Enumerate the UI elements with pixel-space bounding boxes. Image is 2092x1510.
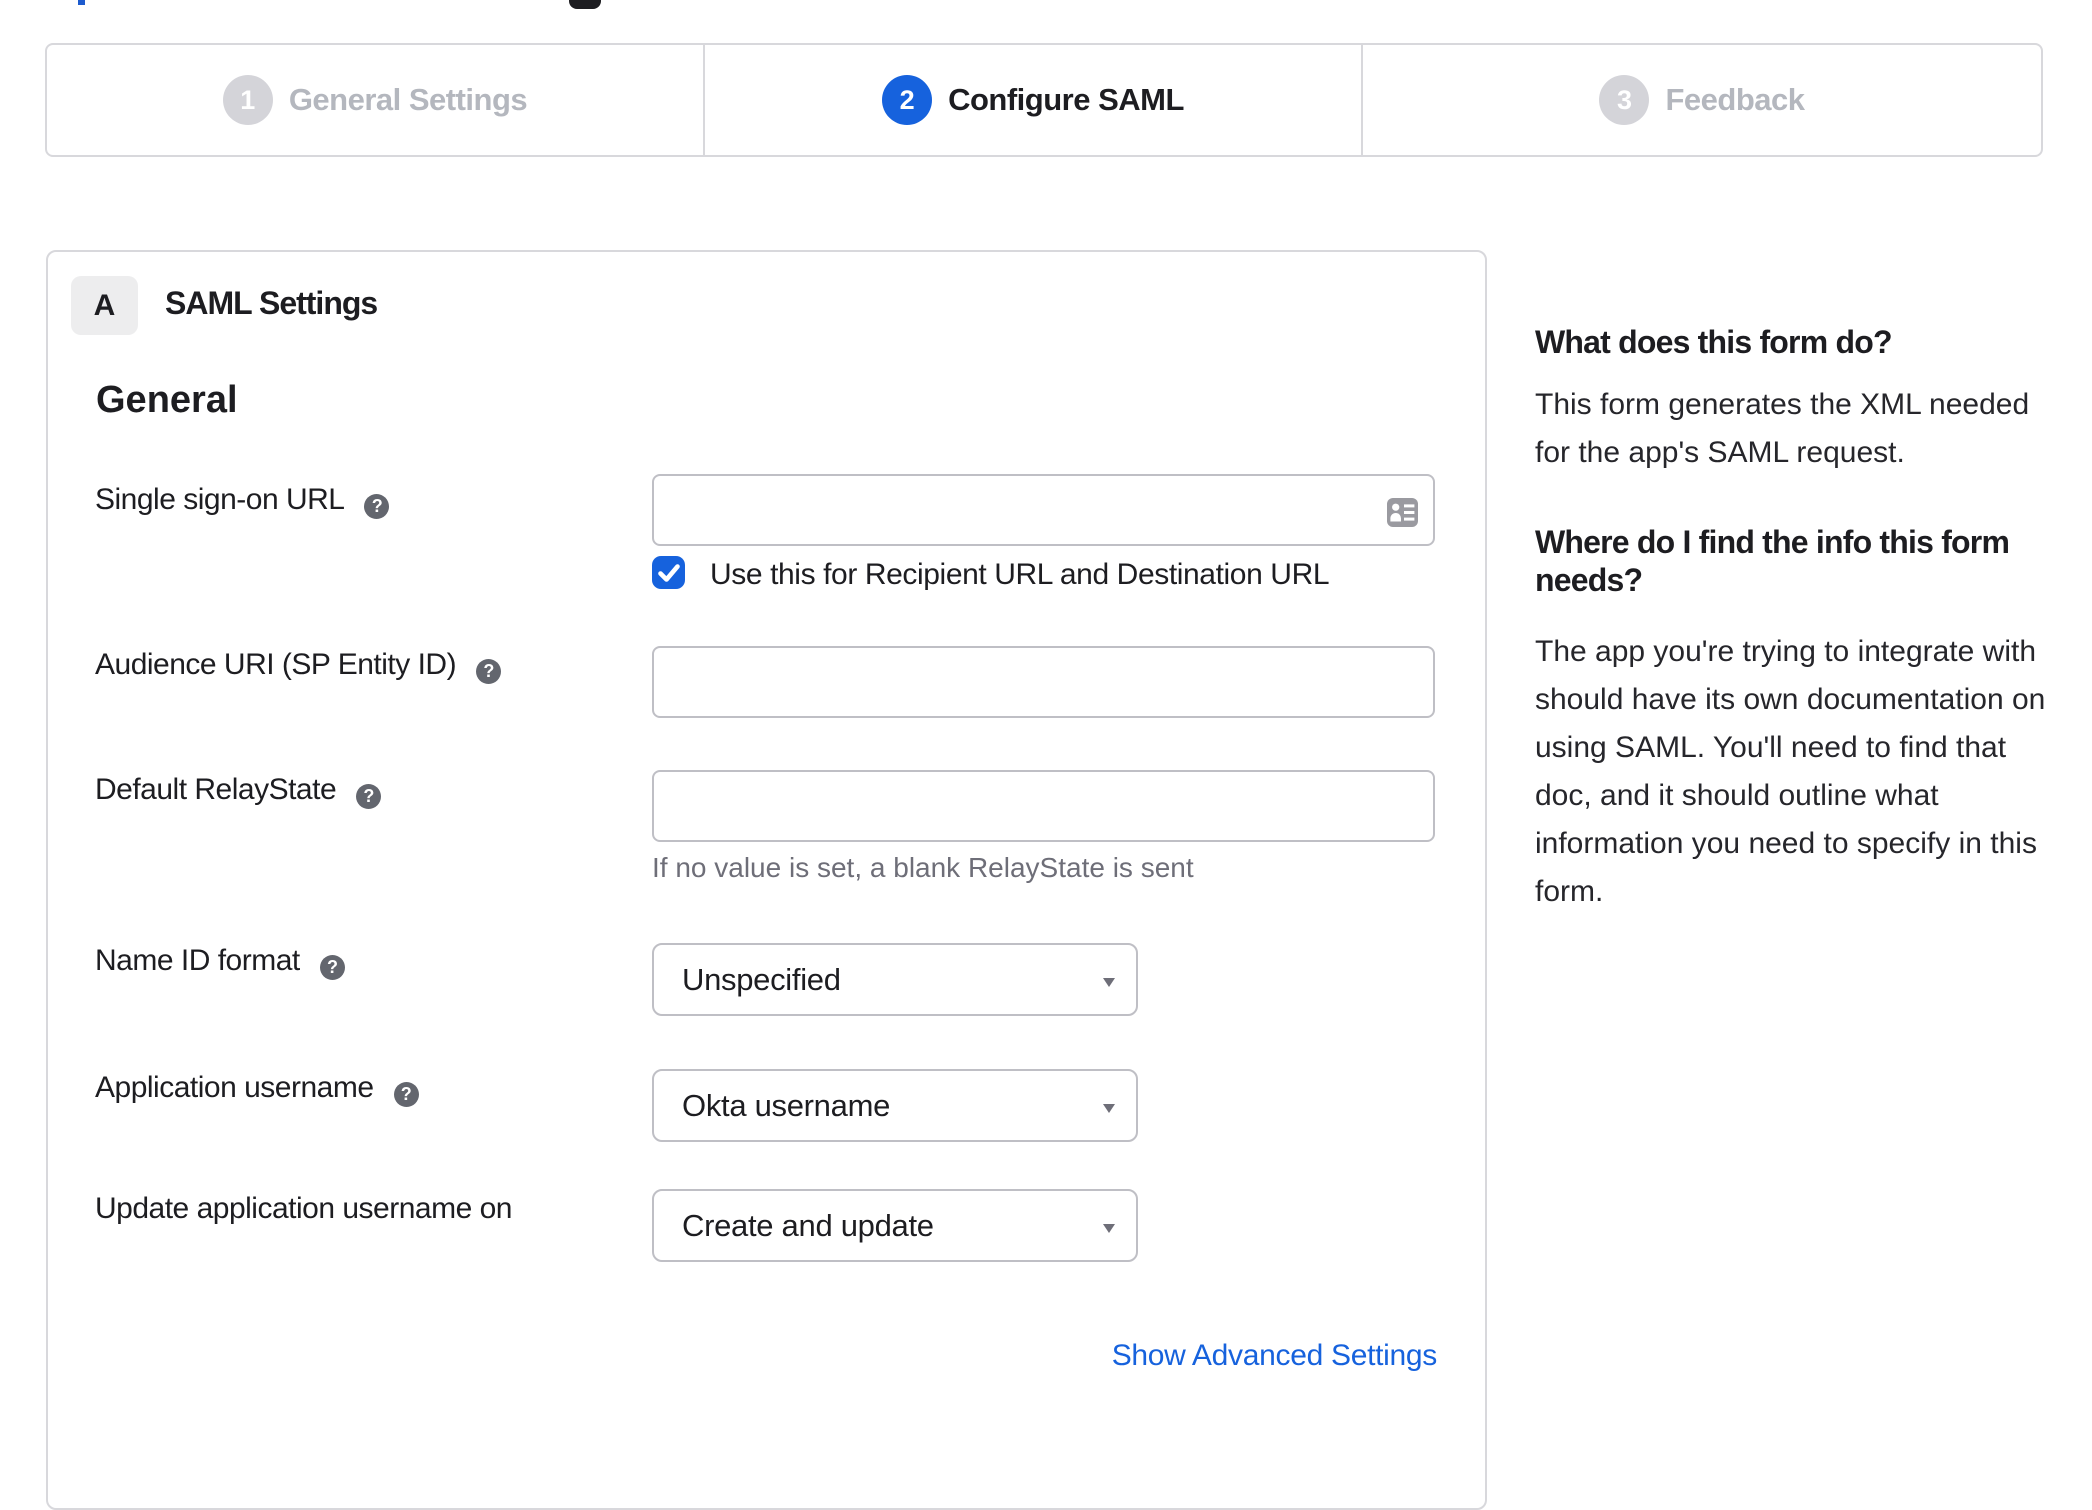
caret-down-icon bbox=[1103, 1224, 1115, 1233]
help-icon[interactable]: ? bbox=[393, 1081, 419, 1107]
help-icon[interactable]: ? bbox=[364, 493, 390, 519]
label-name-id-format: Name ID format? bbox=[95, 943, 345, 980]
sidebar-paragraph-2: The app you're trying to integrate with … bbox=[1535, 635, 2046, 908]
help-icon[interactable]: ? bbox=[356, 783, 382, 809]
default-relaystate-input[interactable] bbox=[652, 770, 1435, 842]
step-feedback[interactable]: 3 Feedback bbox=[1361, 45, 2041, 155]
sidebar-paragraph-1: This form generates the XML needed for t… bbox=[1535, 388, 2030, 469]
sidebar-heading-2: Where do I find the info this form needs… bbox=[1535, 524, 2010, 598]
section-title: SAML Settings bbox=[165, 285, 378, 321]
relaystate-hint: If no value is set, a blank RelayState i… bbox=[652, 852, 1194, 883]
wizard-stepper: 1 General Settings 2 Configure SAML 3 Fe… bbox=[45, 43, 2043, 157]
application-username-select[interactable]: Okta username bbox=[652, 1069, 1138, 1142]
label-application-username: Application username? bbox=[95, 1070, 419, 1107]
single-sign-on-url-input[interactable] bbox=[652, 474, 1435, 546]
cutoff-title-descender-fragment bbox=[569, 0, 601, 9]
help-icon[interactable]: ? bbox=[476, 658, 502, 684]
label-update-application-username: Update application username on bbox=[95, 1192, 512, 1225]
caret-down-icon bbox=[1103, 1104, 1115, 1113]
step-general-settings[interactable]: 1 General Settings bbox=[47, 45, 703, 155]
use-for-recipient-checkbox[interactable] bbox=[652, 556, 685, 589]
step-number-badge: 3 bbox=[1599, 75, 1650, 125]
section-badge: A bbox=[71, 276, 138, 335]
name-id-format-select[interactable]: Unspecified bbox=[652, 943, 1138, 1016]
checkmark-icon bbox=[657, 563, 680, 582]
contact-card-icon bbox=[1387, 498, 1418, 527]
group-title-general: General bbox=[96, 379, 238, 421]
label-audience-uri: Audience URI (SP Entity ID)? bbox=[95, 647, 502, 684]
update-application-username-select[interactable]: Create and update bbox=[652, 1189, 1138, 1262]
label-single-sign-on-url: Single sign-on URL? bbox=[95, 482, 390, 519]
help-icon[interactable]: ? bbox=[319, 954, 345, 980]
sidebar-heading-1: What does this form do? bbox=[1535, 324, 1893, 360]
cutoff-blue-text-fragment bbox=[78, 0, 85, 5]
step-configure-saml[interactable]: 2 Configure SAML bbox=[703, 45, 1361, 155]
audience-uri-input[interactable] bbox=[652, 646, 1435, 718]
step-number-badge: 1 bbox=[222, 75, 273, 125]
caret-down-icon bbox=[1103, 978, 1115, 987]
saml-settings-panel: A SAML Settings General Single sign-on U… bbox=[46, 250, 1487, 1510]
label-default-relaystate: Default RelayState? bbox=[95, 772, 382, 809]
use-for-recipient-checkbox-label[interactable]: Use this for Recipient URL and Destinati… bbox=[710, 557, 1330, 593]
show-advanced-settings-link[interactable]: Show Advanced Settings bbox=[1112, 1338, 1438, 1374]
step-number-badge: 2 bbox=[882, 75, 933, 125]
